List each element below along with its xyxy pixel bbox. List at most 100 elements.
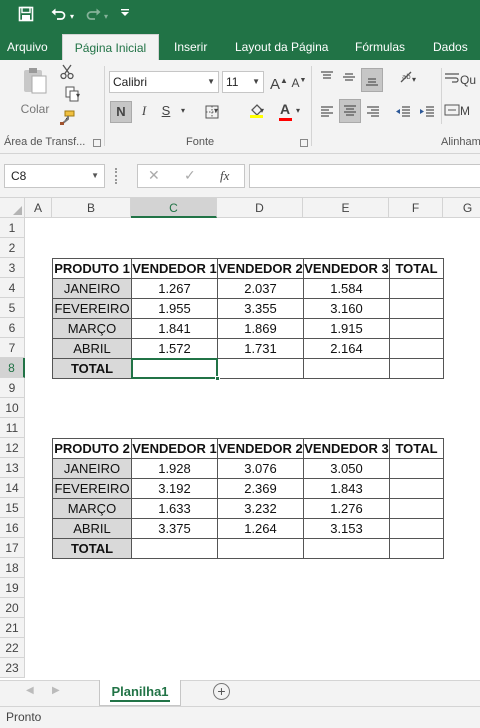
decrease-indent-icon[interactable]	[393, 101, 413, 123]
table-header-cell[interactable]: TOTAL	[389, 438, 444, 459]
row-header-11[interactable]: 11	[0, 418, 25, 438]
column-header-e[interactable]: E	[303, 198, 389, 218]
table-header-cell[interactable]: VENDEDOR 2	[217, 438, 304, 459]
redo-icon[interactable]	[86, 6, 102, 28]
row-header-5[interactable]: 5	[0, 298, 25, 318]
underline-button[interactable]: S	[156, 101, 176, 123]
table-cell[interactable]: ABRIL	[52, 518, 132, 539]
tab-formulas[interactable]: Fórmulas	[355, 34, 405, 60]
align-center-icon[interactable]	[339, 99, 361, 123]
sheet-tab-planilha1[interactable]: Planilha1	[99, 680, 181, 706]
row-header-21[interactable]: 21	[0, 618, 25, 638]
insert-function-icon[interactable]: fx	[220, 168, 229, 184]
table-cell[interactable]	[303, 538, 390, 559]
wrap-text-button[interactable]: Qu	[444, 70, 480, 92]
undo-icon[interactable]	[50, 6, 66, 28]
column-header-f[interactable]: F	[389, 198, 443, 218]
row-header-15[interactable]: 15	[0, 498, 25, 518]
resize-handle[interactable]	[115, 168, 118, 184]
table-header-cell[interactable]: VENDEDOR 3	[303, 258, 390, 279]
column-header-g[interactable]: G	[443, 198, 480, 218]
table-cell[interactable]	[389, 518, 444, 539]
table-cell[interactable]: 1.915	[303, 318, 390, 339]
table-cell[interactable]	[389, 358, 444, 379]
row-header-12[interactable]: 12	[0, 438, 25, 458]
table-cell[interactable]: 3.355	[217, 298, 304, 319]
table-cell[interactable]: ABRIL	[52, 338, 132, 359]
column-header-b[interactable]: B	[52, 198, 131, 218]
add-sheet-icon[interactable]: +	[213, 683, 230, 700]
merge-center-button[interactable]: M	[444, 101, 480, 123]
table-cell[interactable]	[389, 458, 444, 479]
underline-dropdown-icon[interactable]: ▾	[178, 101, 188, 123]
row-header-8[interactable]: 8	[0, 358, 25, 378]
table-header-cell[interactable]: PRODUTO 1	[52, 258, 132, 279]
customize-icon[interactable]	[121, 6, 129, 28]
table-cell[interactable]	[389, 318, 444, 339]
shrink-font-icon[interactable]: A▼	[290, 71, 308, 93]
table-cell[interactable]	[131, 538, 218, 559]
table-header-cell[interactable]: VENDEDOR 1	[131, 438, 218, 459]
paste-button[interactable]: Colar	[18, 66, 52, 116]
tab-inserir[interactable]: Inserir	[174, 34, 207, 60]
table-header-cell[interactable]: PRODUTO 2	[52, 438, 132, 459]
orientation-icon[interactable]: ab ▾	[392, 70, 422, 92]
select-all-button[interactable]	[0, 198, 25, 218]
fill-handle[interactable]	[215, 376, 220, 381]
table-cell[interactable]	[217, 538, 304, 559]
table-cell[interactable]: 1.731	[217, 338, 304, 359]
align-right-icon[interactable]	[364, 101, 382, 123]
font-color-button[interactable]: A ▾	[278, 101, 308, 123]
worksheet-grid[interactable]: A B C D E F G 1 2 3 4 5 6 7 8 9 10 11 12 13 14 15 16 17 18 19 20 21…	[0, 198, 480, 680]
table-cell[interactable]: 1.572	[131, 338, 218, 359]
row-header-23[interactable]: 23	[0, 658, 25, 678]
table-header-cell[interactable]: VENDEDOR 3	[303, 438, 390, 459]
row-header-18[interactable]: 18	[0, 558, 25, 578]
row-header-16[interactable]: 16	[0, 518, 25, 538]
table-cell[interactable]	[389, 298, 444, 319]
table-cell[interactable]	[389, 338, 444, 359]
table-header-cell[interactable]: VENDEDOR 2	[217, 258, 304, 279]
table-cell[interactable]: 1.633	[131, 498, 218, 519]
font-dialog-launcher[interactable]	[300, 139, 308, 147]
table-cell[interactable]: MARÇO	[52, 498, 132, 519]
table-cell[interactable]	[303, 358, 390, 379]
table-cell[interactable]: 2.164	[303, 338, 390, 359]
enter-icon[interactable]: ✓	[184, 167, 196, 184]
align-middle-icon[interactable]	[340, 70, 358, 92]
table-cell[interactable]: 1.843	[303, 478, 390, 499]
table-cell[interactable]: 3.050	[303, 458, 390, 479]
table-cell[interactable]: 1.264	[217, 518, 304, 539]
table-cell[interactable]: JANEIRO	[52, 278, 132, 299]
row-header-13[interactable]: 13	[0, 458, 25, 478]
row-header-4[interactable]: 4	[0, 278, 25, 298]
row-header-7[interactable]: 7	[0, 338, 25, 358]
table-cell[interactable]: 3.232	[217, 498, 304, 519]
grow-font-icon[interactable]: A▲	[270, 71, 288, 93]
copy-icon[interactable]: ▾	[58, 86, 86, 108]
table-header-cell[interactable]: VENDEDOR 1	[131, 258, 218, 279]
cut-icon[interactable]	[58, 64, 76, 86]
table-cell[interactable]: 1.841	[131, 318, 218, 339]
table-cell[interactable]: 3.192	[131, 478, 218, 499]
tab-dados[interactable]: Dados	[433, 34, 468, 60]
table-header-cell[interactable]: TOTAL	[389, 258, 444, 279]
align-bottom-icon[interactable]	[361, 68, 383, 92]
table-cell[interactable]: 1.276	[303, 498, 390, 519]
table-cell[interactable]: 3.160	[303, 298, 390, 319]
table-cell[interactable]	[389, 538, 444, 559]
row-header-14[interactable]: 14	[0, 478, 25, 498]
row-header-1[interactable]: 1	[0, 218, 25, 238]
table-cell[interactable]: TOTAL	[52, 358, 132, 379]
table-cell[interactable]	[389, 478, 444, 499]
table-cell[interactable]: MARÇO	[52, 318, 132, 339]
font-size-combo[interactable]: 11 ▼	[222, 71, 264, 93]
row-header-19[interactable]: 19	[0, 578, 25, 598]
table-cell[interactable]: 1.584	[303, 278, 390, 299]
italic-button[interactable]: I	[134, 101, 154, 123]
table-cell[interactable]: 2.037	[217, 278, 304, 299]
column-header-c[interactable]: C	[131, 198, 217, 218]
table-cell[interactable]: FEVEREIRO	[52, 298, 132, 319]
row-header-22[interactable]: 22	[0, 638, 25, 658]
tab-layout-da-pagina[interactable]: Layout da Página	[235, 34, 328, 60]
